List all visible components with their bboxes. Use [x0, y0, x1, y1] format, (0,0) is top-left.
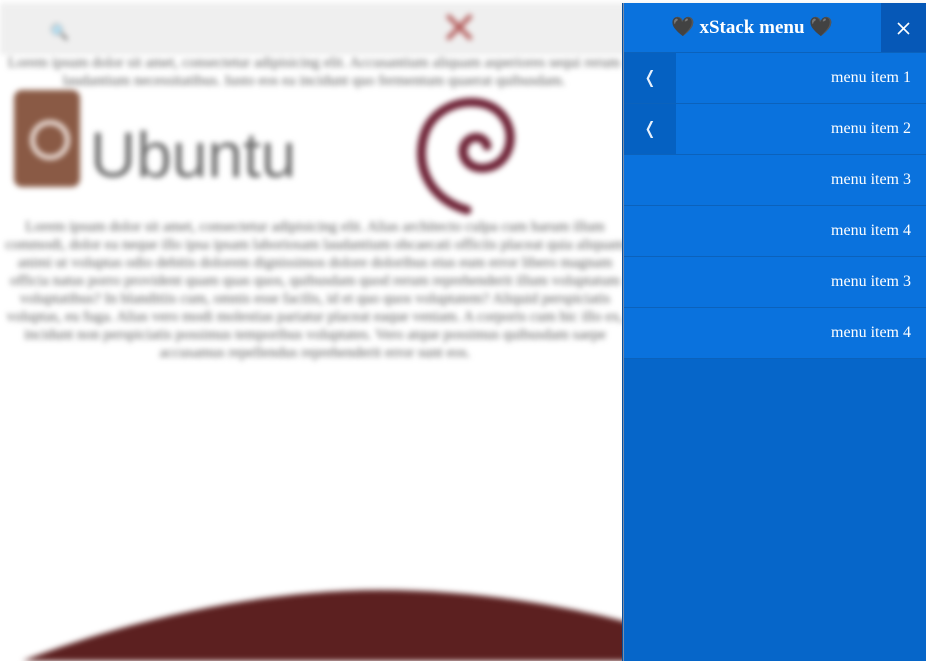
submenu-arrow-icon[interactable]: ❬	[624, 53, 676, 103]
ubuntu-circle-icon	[30, 120, 70, 160]
menu-item-5[interactable]: menu item 3	[624, 257, 926, 308]
debian-swirl-icon	[416, 97, 515, 215]
menu-item-2[interactable]: ❬ menu item 2	[624, 104, 926, 155]
search-icon: 🔍	[50, 23, 69, 41]
menu-item-label: menu item 4	[831, 324, 911, 341]
menu-item-label: menu item 3	[831, 171, 911, 188]
ubuntu-wordmark: Ubuntu	[90, 119, 297, 191]
menu-list: ❬ menu item 1 ❬ menu item 2 menu item 3 …	[624, 53, 926, 359]
menu-title: 🖤 xStack menu 🖤	[671, 17, 833, 38]
menu-item-label: menu item 2	[831, 120, 911, 137]
menu-item-label: menu item 4	[831, 222, 911, 239]
menu-item-label: menu item 1	[831, 69, 911, 86]
background-paragraph-1: Lorem ipsum dolor sit amet, consectetur …	[7, 55, 621, 89]
menu-item-1[interactable]: ❬ menu item 1	[624, 53, 926, 104]
side-menu-panel: 🖤 xStack menu 🖤 ❬ menu item 1 ❬ menu ite…	[623, 3, 926, 661]
menu-item-6[interactable]: menu item 4	[624, 308, 926, 359]
ubuntu-logo-icon	[14, 90, 80, 187]
logo-x-icon: ✕	[440, 1, 479, 55]
close-icon	[897, 22, 910, 35]
menu-item-4[interactable]: menu item 4	[624, 206, 926, 257]
menu-item-label: menu item 3	[831, 273, 911, 290]
menu-item-3[interactable]: menu item 3	[624, 155, 926, 206]
background-paragraph-2: Lorem ipsum dolor sit amet, consectetur …	[5, 219, 625, 361]
submenu-arrow-icon[interactable]: ❬	[624, 104, 676, 154]
close-menu-button[interactable]	[881, 3, 926, 52]
menu-header: 🖤 xStack menu 🖤	[624, 3, 926, 53]
